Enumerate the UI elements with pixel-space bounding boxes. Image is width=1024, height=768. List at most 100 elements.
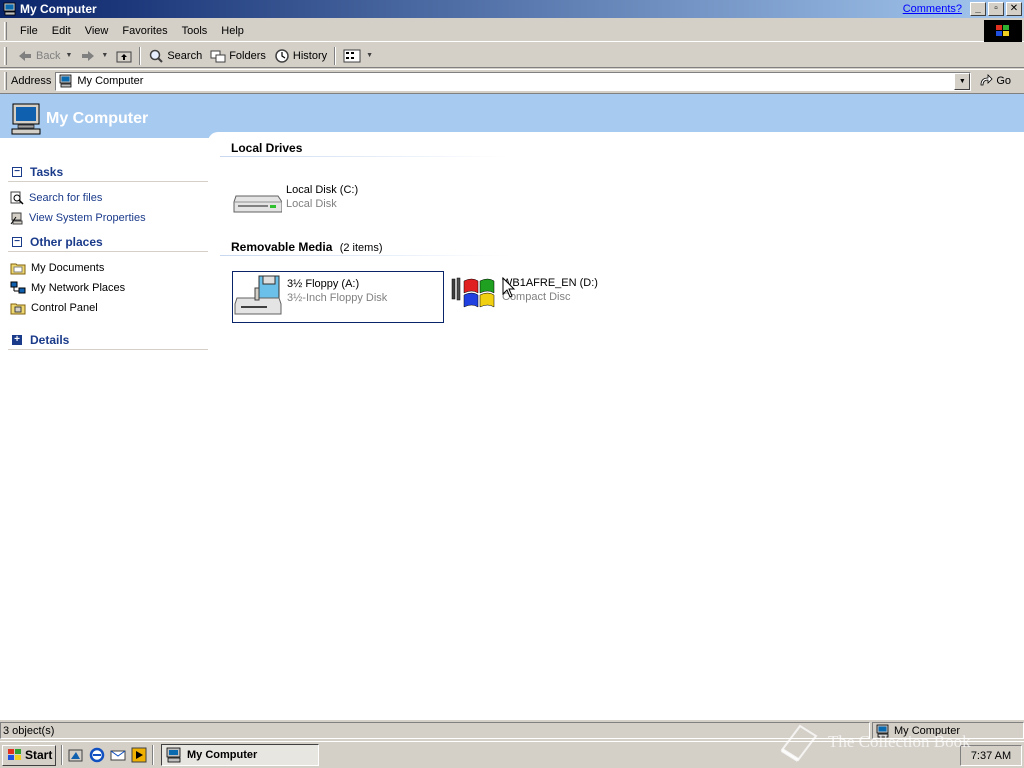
taskbar-button-my-computer[interactable]: My Computer	[161, 744, 319, 766]
drive-name: 3½ Floppy (A:)	[287, 278, 360, 290]
expand-icon[interactable]: +	[12, 334, 22, 345]
place-my-documents[interactable]: My Documents	[10, 258, 208, 278]
floppy-drive-icon	[234, 275, 282, 315]
show-desktop-icon[interactable]	[68, 747, 84, 763]
quick-launch	[68, 747, 147, 763]
internet-explorer-icon[interactable]	[89, 747, 105, 763]
control-panel-icon	[10, 303, 26, 315]
place-label: My Network Places	[31, 282, 126, 294]
task-view-system-properties[interactable]: View System Properties	[10, 208, 208, 228]
taskbar: Start My Computer 7:37 AM	[0, 741, 1024, 768]
outlook-express-icon[interactable]	[110, 747, 126, 763]
toolbar-separator	[139, 46, 142, 65]
place-my-network-places[interactable]: My Network Places	[10, 278, 208, 298]
place-control-panel[interactable]: Control Panel	[10, 298, 208, 318]
toolbar-grip[interactable]	[4, 46, 7, 65]
place-label: Control Panel	[31, 302, 98, 314]
window-title: My Computer	[20, 2, 97, 16]
go-button[interactable]: Go	[979, 74, 1011, 88]
clock[interactable]: 7:37 AM	[971, 750, 1011, 762]
chevron-down-icon[interactable]: ▼	[101, 52, 108, 59]
close-button[interactable]: ✕	[1006, 2, 1022, 16]
details-title: Details	[30, 332, 70, 347]
folder-view: My Computer − Tasks Search for files Vie…	[0, 93, 1024, 720]
forward-arrow-icon	[82, 50, 95, 61]
taskbar-separator	[152, 745, 154, 765]
my-computer-icon	[166, 747, 181, 763]
start-button[interactable]: Start	[2, 744, 56, 766]
up-folder-button[interactable]	[112, 46, 136, 66]
drive-local-disk-c[interactable]: Local Disk (C:) Local Disk	[232, 178, 444, 220]
address-input[interactable]: My Computer ▼	[55, 71, 972, 91]
back-button[interactable]: Back ▼	[13, 46, 76, 66]
group-divider	[220, 255, 510, 256]
go-label: Go	[996, 75, 1012, 87]
hard-disk-icon	[233, 195, 282, 213]
group-count: (2 items)	[339, 242, 383, 254]
my-computer-icon	[11, 103, 41, 135]
search-label: Search	[167, 49, 203, 62]
menu-file[interactable]: File	[13, 25, 45, 37]
menu-help[interactable]: Help	[214, 25, 251, 37]
media-player-icon[interactable]	[131, 747, 147, 763]
drive-type: Local Disk	[286, 198, 337, 210]
banner-curve	[208, 132, 1024, 144]
tasks-header[interactable]: − Tasks	[8, 162, 208, 182]
standard-toolbar: Back ▼ ▼ Search Folders History ▼	[0, 44, 1024, 68]
forward-button[interactable]: ▼	[76, 46, 112, 66]
back-arrow-icon	[19, 50, 31, 61]
history-button[interactable]: History	[270, 46, 331, 66]
drive-floppy-a[interactable]: 3½ Floppy (A:) 3½-Inch Floppy Disk	[232, 271, 444, 323]
views-icon	[343, 49, 361, 62]
folders-button[interactable]: Folders	[206, 46, 270, 66]
status-bar: 3 object(s) My Computer	[0, 721, 1024, 740]
system-properties-icon	[10, 212, 23, 225]
drive-name: WB1AFRE_EN (D:)	[502, 277, 598, 289]
start-label: Start	[25, 748, 53, 762]
folder-icon	[10, 263, 26, 275]
drive-name: Local Disk (C:)	[286, 184, 359, 196]
folders-icon	[210, 50, 226, 62]
menu-tools[interactable]: Tools	[175, 25, 215, 37]
history-icon	[275, 48, 289, 63]
task-search-files[interactable]: Search for files	[10, 188, 208, 208]
views-button[interactable]: ▼	[339, 46, 377, 66]
status-zone-text: My Computer	[894, 724, 961, 737]
status-zone: My Computer	[872, 722, 1024, 739]
group-divider	[220, 156, 510, 157]
taskbar-separator	[61, 745, 63, 765]
chevron-down-icon[interactable]: ▼	[366, 52, 373, 59]
other-places-header[interactable]: − Other places	[8, 232, 208, 252]
chevron-down-icon[interactable]: ▼	[65, 52, 72, 59]
my-computer-icon	[876, 724, 889, 737]
system-tray: 7:37 AM	[960, 745, 1022, 766]
address-dropdown-button[interactable]: ▼	[954, 72, 971, 90]
drive-type: 3½-Inch Floppy Disk	[287, 292, 388, 304]
drive-cd-d[interactable]: WB1AFRE_EN (D:) Compact Disc	[450, 271, 650, 323]
group-title: Local Drives	[231, 141, 303, 155]
minimize-button[interactable]: _	[970, 2, 986, 16]
address-grip[interactable]	[4, 72, 7, 90]
collapse-icon[interactable]: −	[12, 166, 22, 177]
comments-link[interactable]: Comments?	[903, 3, 962, 15]
menu-grip[interactable]	[4, 21, 7, 40]
up-folder-icon	[116, 51, 132, 62]
back-label: Back	[36, 49, 61, 62]
details-header[interactable]: + Details	[8, 330, 208, 350]
menu-favorites[interactable]: Favorites	[115, 25, 174, 37]
search-button[interactable]: Search	[144, 46, 206, 66]
title-bar: My Computer Comments? _ ▫ ✕	[0, 0, 1024, 18]
task-label: Search for files	[29, 192, 103, 204]
collapse-icon[interactable]: −	[12, 236, 22, 247]
tasks-title: Tasks	[30, 164, 64, 179]
task-label: My Computer	[187, 749, 258, 761]
address-label: Address	[11, 75, 52, 87]
go-arrow-icon	[980, 74, 993, 86]
network-icon	[10, 281, 26, 294]
my-computer-icon	[3, 2, 16, 16]
maximize-button[interactable]: ▫	[988, 2, 1004, 16]
windows-logo-icon	[984, 20, 1022, 42]
menu-view[interactable]: View	[78, 25, 116, 37]
mouse-cursor-icon	[502, 277, 516, 298]
menu-edit[interactable]: Edit	[45, 25, 78, 37]
